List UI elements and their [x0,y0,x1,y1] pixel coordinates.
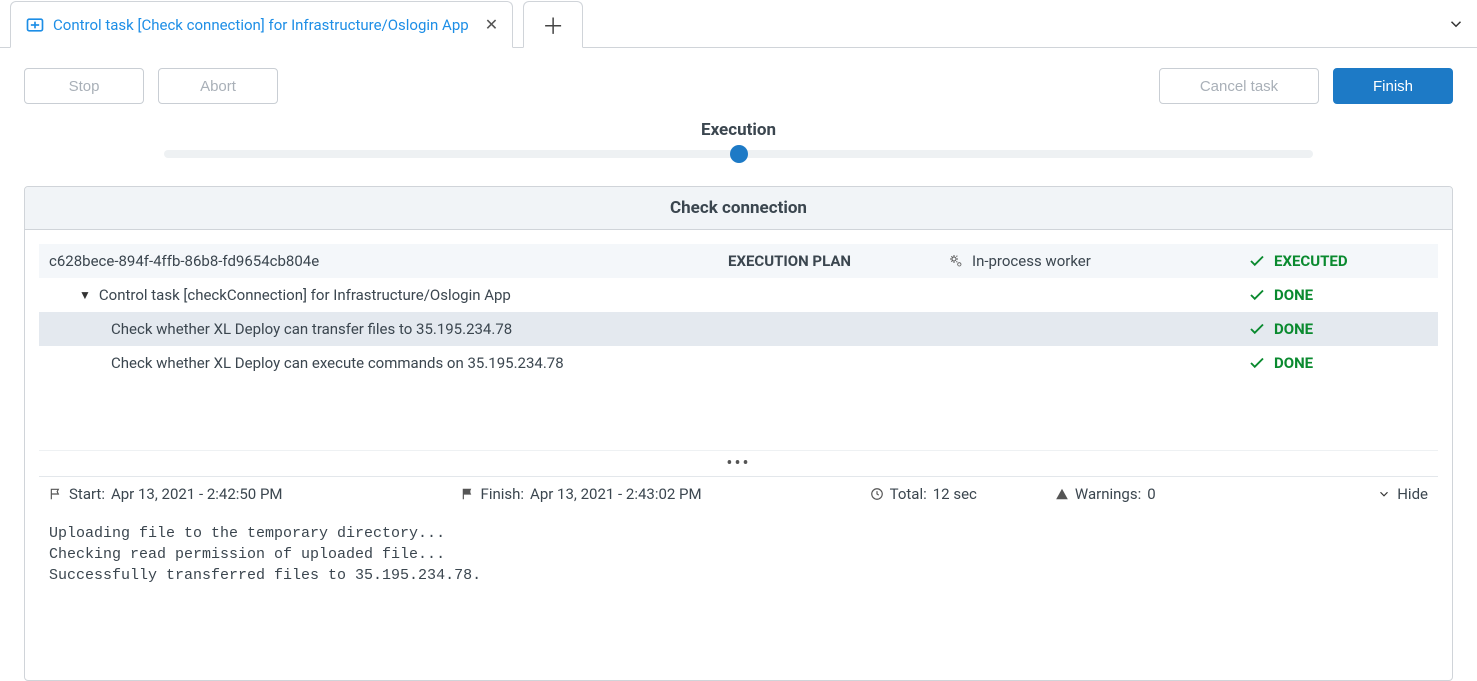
flag-icon [49,487,63,501]
tab-active[interactable]: Control task [Check connection] for Infr… [10,1,513,48]
tab-overflow-button[interactable] [1435,0,1477,47]
plan-header-row[interactable]: c628bece-894f-4ffb-86b8-fd9654cb804e EXE… [39,244,1438,278]
status-done: DONE [1274,286,1313,304]
detail-bar: Start: Apr 13, 2021 - 2:42:50 PM Finish:… [39,476,1438,511]
panel-body: c628bece-894f-4ffb-86b8-fd9654cb804e EXE… [25,230,1452,680]
check-icon [1248,320,1266,338]
check-icon [1248,286,1266,304]
detail-finish: Finish: Apr 13, 2021 - 2:43:02 PM [461,485,702,503]
plan-label: EXECUTION PLAN [728,252,948,270]
check-icon [1248,252,1266,270]
panel-title: Check connection [25,187,1452,230]
plus-icon: ＋ [542,9,564,41]
plan-guid: c628bece-894f-4ffb-86b8-fd9654cb804e [49,252,319,270]
tab-title: Control task [Check connection] for Infr… [53,16,469,34]
progress-area: Execution [0,114,1477,178]
detail-warnings: Warnings: 0 [1055,485,1156,503]
plan-task-row[interactable]: ▼ Control task [checkConnection] for Inf… [39,278,1438,312]
abort-button[interactable]: Abort [158,68,278,104]
status-done: DONE [1274,354,1313,372]
detail-total: Total: 12 sec [870,485,977,503]
progress-label: Execution [24,120,1453,140]
chevron-down-icon: ▼ [79,288,91,302]
clock-icon [870,487,884,501]
status-done: DONE [1274,320,1313,338]
new-tab-button[interactable]: ＋ [523,1,583,48]
step-label: Check whether XL Deploy can transfer fil… [111,320,512,338]
finish-flag-icon [461,487,475,501]
execution-panel: Check connection c628bece-894f-4ffb-86b8… [24,186,1453,681]
gear-icon [948,253,964,269]
progress-track [164,150,1313,158]
progress-dot[interactable] [730,145,748,163]
check-icon [1248,354,1266,372]
cancel-task-button[interactable]: Cancel task [1159,68,1319,104]
detail-start: Start: Apr 13, 2021 - 2:42:50 PM [49,485,283,503]
chevron-down-icon [1377,487,1391,501]
action-bar: Stop Abort Cancel task Finish [0,48,1477,114]
plan-step-row[interactable]: Check whether XL Deploy can transfer fil… [39,312,1438,346]
warning-icon [1055,487,1069,501]
close-icon[interactable]: ✕ [485,17,498,33]
finish-button[interactable]: Finish [1333,68,1453,104]
task-label: Control task [checkConnection] for Infra… [99,286,511,304]
status-executed: EXECUTED [1274,252,1348,270]
log-output: Uploading file to the temporary director… [39,511,1438,666]
plan-step-row[interactable]: Check whether XL Deploy can execute comm… [39,346,1438,380]
resize-handle[interactable]: ••• [39,450,1438,476]
tab-bar: Control task [Check connection] for Infr… [0,0,1477,48]
stop-button[interactable]: Stop [24,68,144,104]
task-icon [25,15,45,35]
worker-label: In-process worker [972,252,1091,270]
chevron-down-icon [1447,15,1465,33]
hide-button[interactable]: Hide [1377,485,1428,503]
step-label: Check whether XL Deploy can execute comm… [111,354,564,372]
